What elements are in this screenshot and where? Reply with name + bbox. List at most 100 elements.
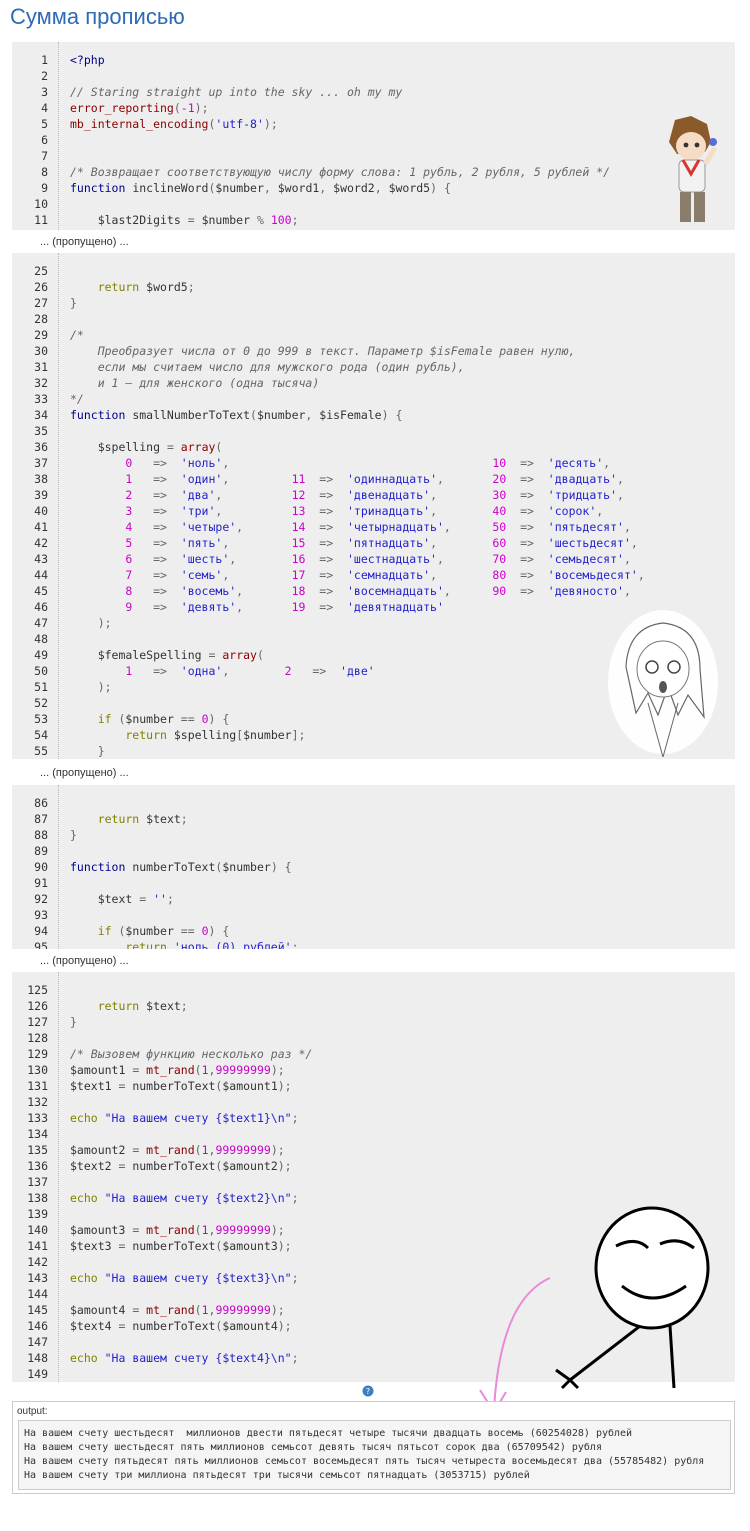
code-token: и 1 — для женского (одна тысяча) (70, 376, 320, 390)
code-token: inclineWord (125, 181, 209, 195)
code-token: 12 (291, 488, 306, 502)
line-number: 44 (34, 568, 48, 582)
code-token: => (305, 552, 347, 566)
code-token: ( (111, 924, 126, 938)
code-token: } (70, 744, 105, 758)
code-token: , (430, 536, 493, 550)
code-token: 'две' (340, 664, 375, 678)
code-line: 1 <?php (12, 52, 735, 68)
code-token: } (70, 296, 77, 310)
line-number: 28 (34, 312, 48, 326)
code-token: if (70, 712, 112, 726)
code-token: , (374, 181, 389, 195)
line-number: 136 (27, 1159, 48, 1173)
line-number: 129 (27, 1047, 48, 1061)
line-number: 149 (27, 1367, 48, 1381)
code-token: 20 (492, 472, 507, 486)
code-token: return (70, 940, 167, 949)
code-line: 31 если мы считаем число для мужского ро… (12, 359, 735, 375)
code-token: , (443, 584, 493, 598)
code-token: $number (125, 712, 174, 726)
code-text: mb_internal_encoding('utf-8'); (70, 116, 278, 132)
code-token: => (132, 504, 181, 518)
line-number: 141 (27, 1239, 48, 1253)
skipped-separator: ... (пропущено) ... (40, 236, 129, 248)
code-token: ( (194, 1223, 202, 1237)
line-number: 37 (34, 456, 48, 470)
code-token: $amount4 (70, 1303, 126, 1317)
line-number: 11 (34, 213, 48, 227)
code-token: "На вашем счету {$text2}\n" (97, 1191, 292, 1205)
code-token: $word5 (139, 280, 188, 294)
code-token: $number (215, 181, 264, 195)
code-token: 7 (70, 568, 133, 582)
page-title: Сумма прописью (10, 4, 185, 29)
code-token: , (430, 488, 493, 502)
line-number: 40 (34, 504, 48, 518)
code-line: 137 (12, 1174, 735, 1190)
line-number: 137 (27, 1175, 48, 1189)
code-token: 'семь' (180, 568, 223, 582)
code-token: 'двенадцать' (346, 488, 431, 502)
code-token: 0 (70, 456, 133, 470)
code-token: 3 (70, 504, 133, 518)
code-line: 130 $amount1 = mt_rand(1,99999999); (12, 1062, 735, 1078)
code-line: 30 Преобразует числа от 0 до 999 в текст… (12, 343, 735, 359)
code-token: 'один' (180, 472, 223, 486)
code-text: 6 => 'шесть', 16 => 'шестнадцать', 70 =>… (70, 551, 631, 567)
output-text: На вашем счету шестьдесят миллионов двес… (18, 1420, 731, 1490)
code-token: , (630, 536, 638, 550)
code-token: => (291, 664, 341, 678)
code-line: 128 (12, 1030, 735, 1046)
code-text: 4 => 'четыре', 14 => 'четырнадцать', 50 … (70, 519, 631, 535)
line-number: 88 (34, 828, 48, 842)
help-icon[interactable]: ? (362, 1385, 374, 1397)
code-token: 99999999 (215, 1143, 271, 1157)
line-number: 42 (34, 536, 48, 550)
code-token: ; (291, 1271, 299, 1285)
code-token: 9 (70, 600, 133, 614)
code-text: 1 => 'одна', 2 => 'две' (70, 663, 375, 679)
code-text: } (70, 295, 77, 311)
code-line: 136 $text2 = numberToText($amount2); (12, 1158, 735, 1174)
output-toolbar: ? (12, 1385, 733, 1397)
code-token: $spelling (166, 728, 237, 742)
line-number: 125 (27, 983, 48, 997)
code-line: 134 (12, 1126, 735, 1142)
code-token: smallNumberToText (125, 408, 251, 422)
code-line: 93 (12, 907, 735, 923)
code-line: 29 /* (12, 327, 735, 343)
code-token: , (222, 568, 292, 582)
code-text: $text4 = numberToText($amount4); (70, 1318, 292, 1334)
code-token: ); (277, 1319, 292, 1333)
code-text: $amount4 = mt_rand(1,99999999); (70, 1302, 285, 1318)
code-text: } (70, 1014, 77, 1030)
code-token: => (132, 568, 181, 582)
code-token: $number (125, 924, 174, 938)
line-number: 34 (34, 408, 48, 422)
code-token: => (506, 552, 548, 566)
code-token: 11 (291, 472, 306, 486)
code-token: numberToText (132, 1319, 216, 1333)
code-token: 99999999 (215, 1223, 271, 1237)
code-token: echo (70, 1271, 98, 1285)
code-token: numberToText (132, 1159, 216, 1173)
line-number: 47 (34, 616, 48, 630)
code-token: $word1 (277, 181, 320, 195)
code-token: ) { (430, 181, 451, 195)
line-number: 36 (34, 440, 48, 454)
code-token: , (222, 456, 493, 470)
line-number: 91 (34, 876, 48, 890)
code-token: 'семнадцать' (346, 568, 431, 582)
code-line: 89 (12, 843, 735, 859)
code-text: 2 => 'два', 12 => 'двенадцать', 30 => 'т… (70, 487, 624, 503)
code-token: $text1 (70, 1079, 112, 1093)
code-token: 14 (291, 520, 306, 534)
code-line: 35 (12, 423, 735, 439)
code-token: ( (173, 101, 181, 115)
code-token: ) { (270, 860, 292, 874)
code-text: $spelling = array( (70, 439, 223, 455)
code-line: 88} (12, 827, 735, 843)
line-number: 132 (27, 1095, 48, 1109)
code-token: => (305, 584, 347, 598)
